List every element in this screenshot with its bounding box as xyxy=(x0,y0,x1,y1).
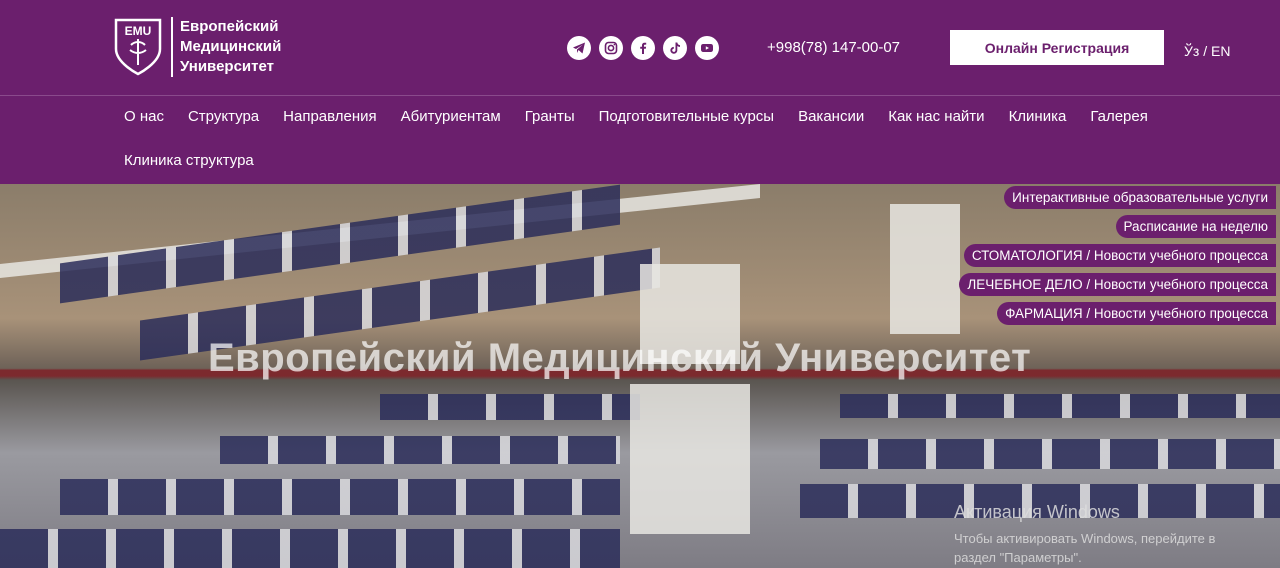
online-registration-button[interactable]: Онлайн Регистрация xyxy=(950,30,1164,65)
logo-text: Европейский Медицинский Университет xyxy=(180,17,281,77)
logo-line: Университет xyxy=(180,58,274,75)
windows-activation-line: Чтобы активировать Windows, перейдите в xyxy=(954,531,1216,546)
nav-item-how-to-find[interactable]: Как нас найти xyxy=(888,108,984,125)
hero-seats xyxy=(840,394,1280,418)
nav-item-clinic-structure[interactable]: Клиника структура xyxy=(124,152,254,169)
side-link-weekly-schedule[interactable]: Расписание на неделю xyxy=(1115,215,1276,238)
nav-item-vacancies[interactable]: Вакансии xyxy=(798,108,864,125)
nav-item-applicants[interactable]: Абитуриентам xyxy=(401,108,501,125)
side-quick-links: Интерактивные образовательные услуги Рас… xyxy=(959,186,1276,325)
nav-item-gallery[interactable]: Галерея xyxy=(1090,108,1148,125)
facebook-icon[interactable] xyxy=(631,36,655,60)
hero-seats xyxy=(0,529,620,568)
main-navigation: О нас Структура Направления Абитуриентам… xyxy=(0,96,1280,184)
logo-divider xyxy=(171,17,173,77)
hero-desk xyxy=(630,384,750,534)
logo-badge-text: EMU xyxy=(125,24,152,38)
nav-item-grants[interactable]: Гранты xyxy=(525,108,575,125)
nav-item-structure[interactable]: Структура xyxy=(188,108,259,125)
nav-row: Клиника структура xyxy=(124,152,278,169)
hero-seats xyxy=(220,436,620,464)
side-link-interactive-services[interactable]: Интерактивные образовательные услуги xyxy=(1004,186,1276,209)
windows-activation-line: раздел "Параметры". xyxy=(954,550,1082,565)
hero-desk xyxy=(890,204,960,334)
hero-seats xyxy=(380,394,640,420)
telegram-icon[interactable] xyxy=(567,36,591,60)
nav-row: О нас Структура Направления Абитуриентам… xyxy=(124,108,1172,125)
side-link-pharmacy-news[interactable]: ФАРМАЦИЯ / Новости учебного процесса xyxy=(997,302,1276,325)
language-switcher[interactable]: Ўз / EN xyxy=(1184,43,1230,59)
shield-logo-icon: EMU xyxy=(114,18,162,76)
youtube-icon[interactable] xyxy=(695,36,719,60)
hero-seats xyxy=(820,439,1280,469)
windows-activation-title: Активация Windows xyxy=(954,502,1120,522)
nav-item-clinic[interactable]: Клиника xyxy=(1009,108,1067,125)
logo-line: Медицинский xyxy=(180,38,282,55)
instagram-icon[interactable] xyxy=(599,36,623,60)
tiktok-icon[interactable] xyxy=(663,36,687,60)
university-logo[interactable]: EMU Европейский Медицинский Университет xyxy=(113,17,281,77)
windows-activation-watermark: Активация Windows Чтобы активировать Win… xyxy=(954,502,1215,567)
nav-item-about[interactable]: О нас xyxy=(124,108,164,125)
hero-title: Европейский Медицинский Университет xyxy=(208,336,1032,380)
site-header: EMU Европейский Медицинский Университет … xyxy=(0,0,1280,96)
side-link-general-medicine-news[interactable]: ЛЕЧЕБНОЕ ДЕЛО / Новости учебного процесс… xyxy=(959,273,1276,296)
phone-number[interactable]: +998(78) 147-00-07 xyxy=(767,39,900,56)
nav-item-directions[interactable]: Направления xyxy=(283,108,377,125)
social-links xyxy=(567,36,719,60)
side-link-dentistry-news[interactable]: СТОМАТОЛОГИЯ / Новости учебного процесса xyxy=(963,244,1276,267)
hero-banner: Европейский Медицинский Университет Инте… xyxy=(0,184,1280,568)
logo-line: Европейский xyxy=(180,18,279,35)
hero-seats xyxy=(60,479,620,515)
nav-item-prep-courses[interactable]: Подготовительные курсы xyxy=(599,108,774,125)
